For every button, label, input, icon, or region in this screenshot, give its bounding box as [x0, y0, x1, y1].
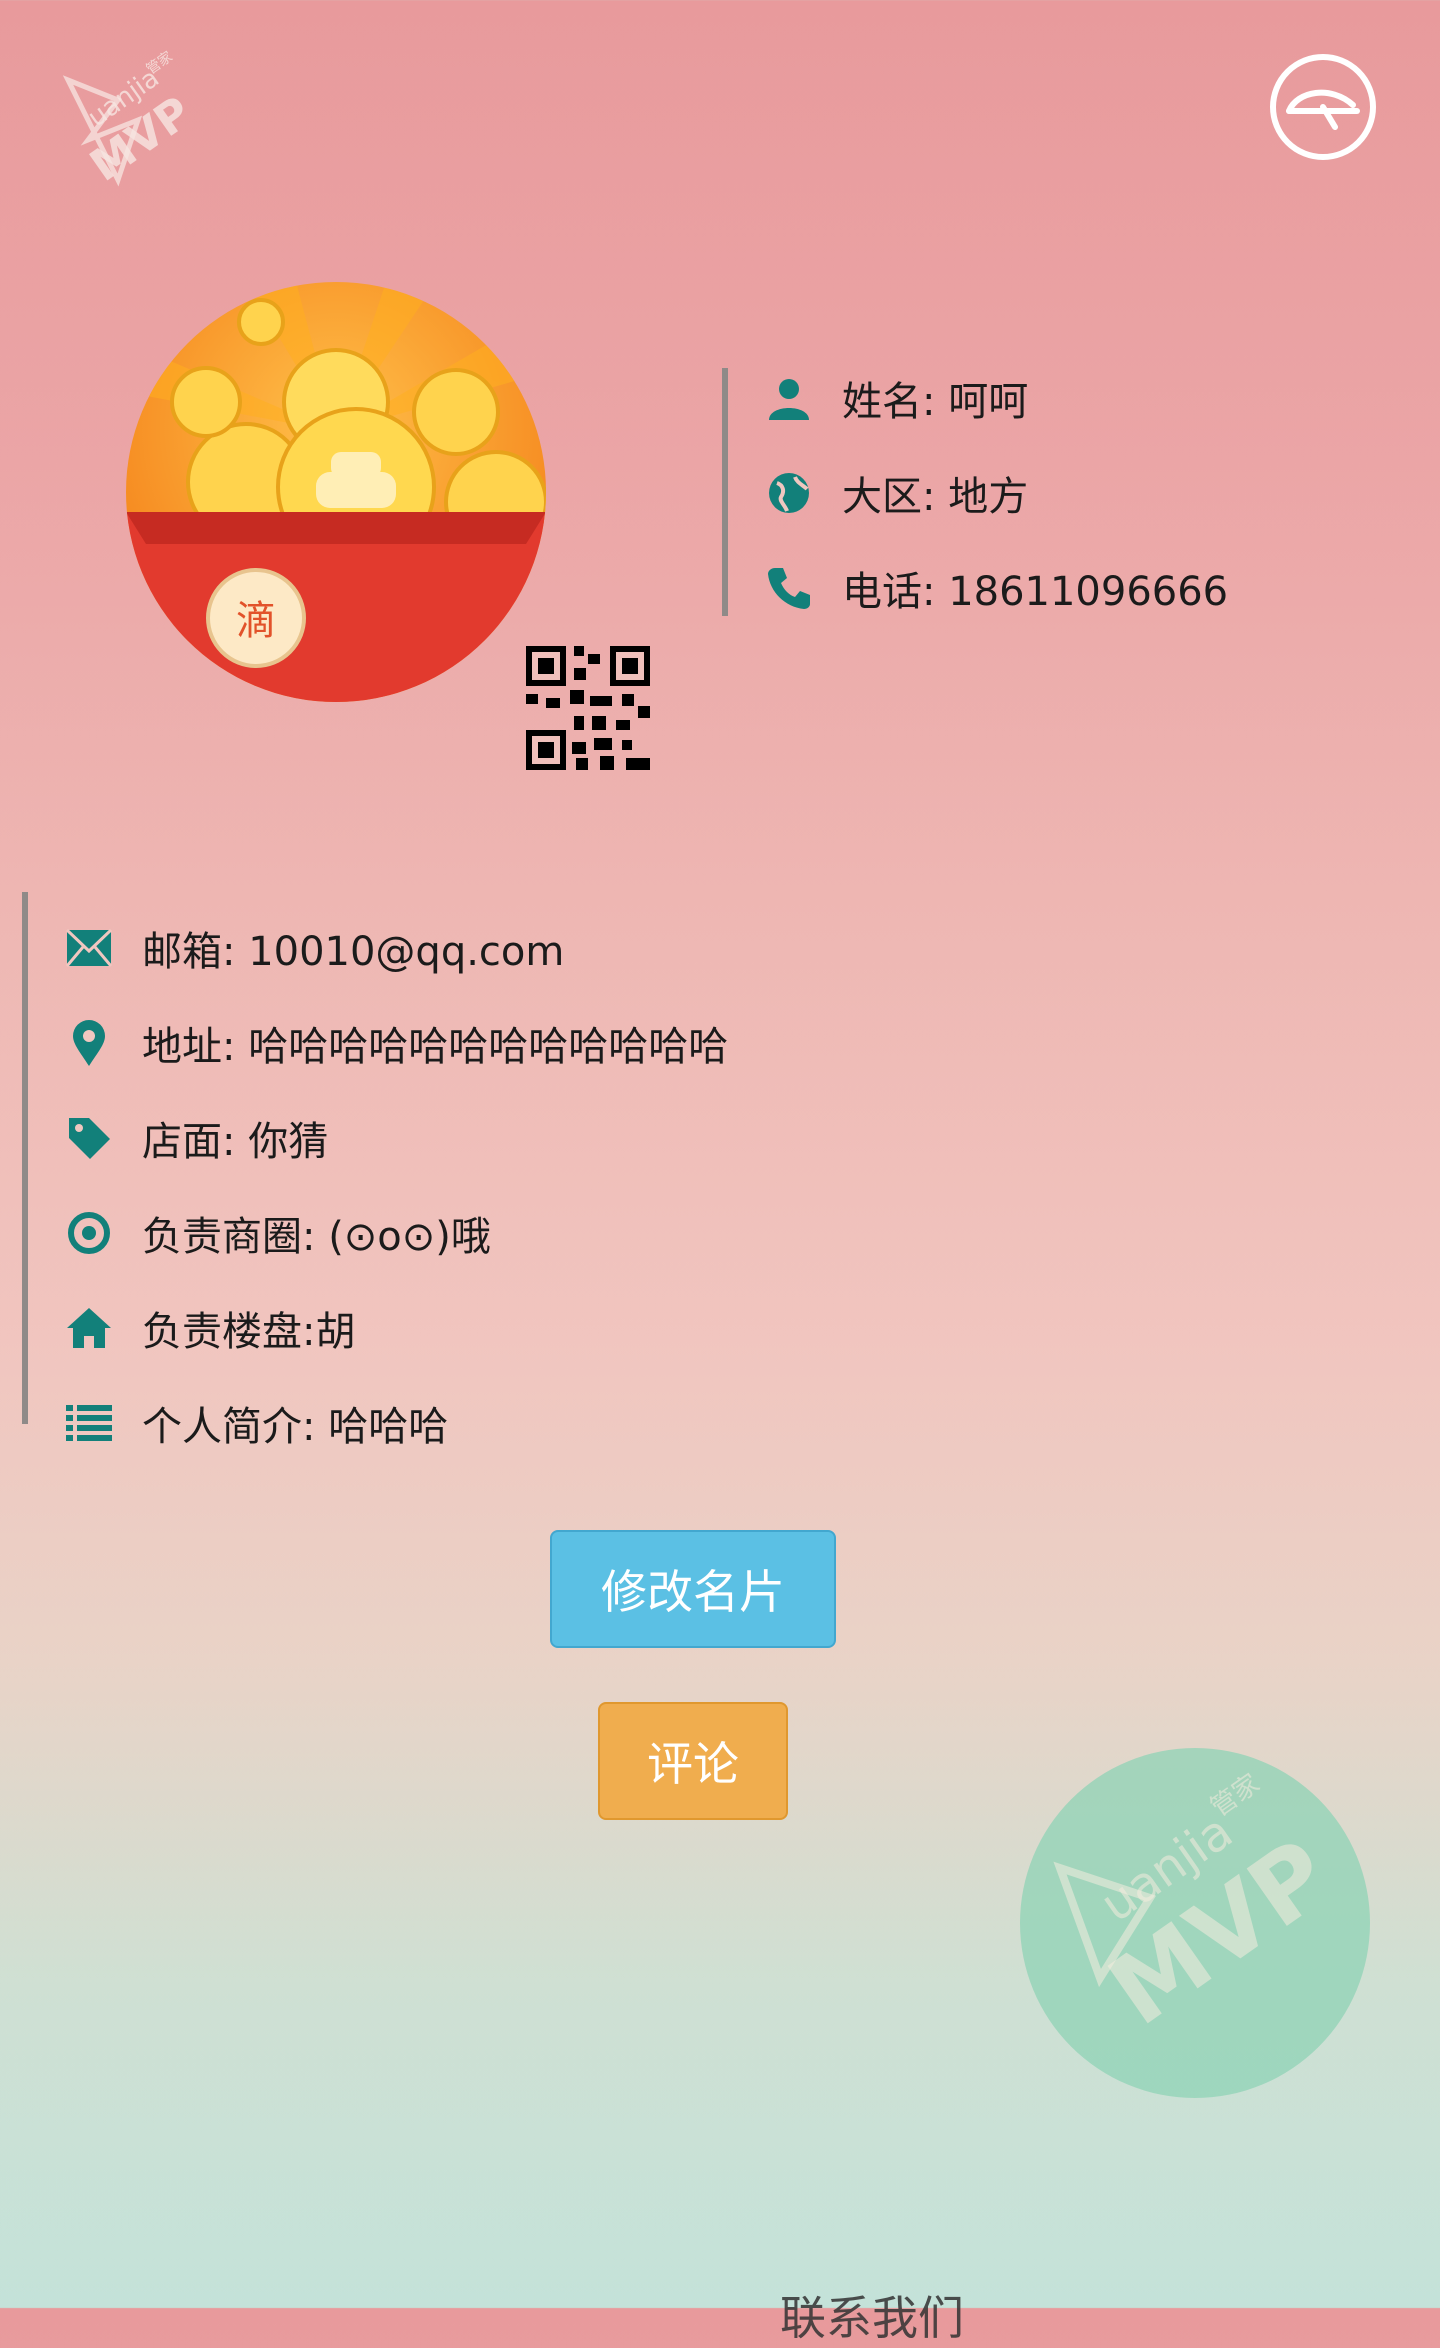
mvp-badge[interactable]: MVP uanjia 管家: [1020, 1748, 1370, 2098]
region-text: 大区: 地方: [842, 474, 1029, 520]
business-area-text: 负责商圈: (⊙o⊙)哦: [142, 1214, 491, 1260]
tag-icon: [64, 1113, 114, 1163]
property-row: 负责楼盘:胡: [64, 1298, 355, 1358]
map-pin-icon: [64, 1018, 114, 1068]
avatar-image: 滴: [126, 282, 546, 702]
name-text: 姓名: 呵呵: [842, 379, 1029, 425]
bio-row: 个人简介: 哈哈哈: [64, 1393, 448, 1453]
edit-card-button[interactable]: 修改名片: [550, 1530, 836, 1648]
email-row[interactable]: 邮箱: 10010@qq.com: [64, 918, 564, 978]
email-text: 邮箱: 10010@qq.com: [142, 929, 565, 975]
business-area-row: 负责商圈: (⊙o⊙)哦: [64, 1203, 491, 1263]
property-text: 负责楼盘:胡: [142, 1309, 356, 1355]
store-row: 店面: 你猜: [64, 1108, 328, 1168]
back-button[interactable]: [1270, 54, 1376, 160]
phone-icon: [764, 563, 814, 613]
user-icon: [764, 373, 814, 423]
home-icon: [64, 1303, 114, 1353]
bio-text: 个人简介: 哈哈哈: [142, 1404, 449, 1450]
avatar[interactable]: 滴: [126, 282, 546, 702]
region-row: 大区: 地方: [764, 463, 1028, 523]
envelope-icon: [64, 923, 114, 973]
name-row: 姓名: 呵呵: [764, 368, 1028, 428]
list-icon: [64, 1398, 114, 1448]
detail-list: 邮箱: 10010@qq.com 地址: 哈哈哈哈哈哈哈哈哈哈哈哈 店面: 你猜…: [22, 892, 928, 1450]
phone-text: 电话: 18611096666: [842, 569, 1229, 615]
comment-button[interactable]: 评论: [598, 1702, 788, 1820]
qr-code-icon[interactable]: [526, 646, 650, 770]
globe-icon: [764, 468, 814, 518]
mvp-logo: MVP uanjia 管家: [62, 48, 201, 192]
back-arrow-icon: [1286, 89, 1360, 130]
phone-row[interactable]: 电话: 18611096666: [764, 558, 1228, 618]
address-text: 地址: 哈哈哈哈哈哈哈哈哈哈哈哈: [142, 1024, 729, 1070]
footer-link[interactable]: 联系我们: [780, 2282, 964, 2348]
store-text: 店面: 你猜: [142, 1119, 329, 1165]
contact-summary: 姓名: 呵呵 大区: 地方 电话: 18611096666: [722, 368, 1328, 616]
avatar-badge-text: 滴: [236, 598, 276, 644]
target-icon: [64, 1208, 114, 1258]
address-row: 地址: 哈哈哈哈哈哈哈哈哈哈哈哈: [64, 1013, 728, 1073]
